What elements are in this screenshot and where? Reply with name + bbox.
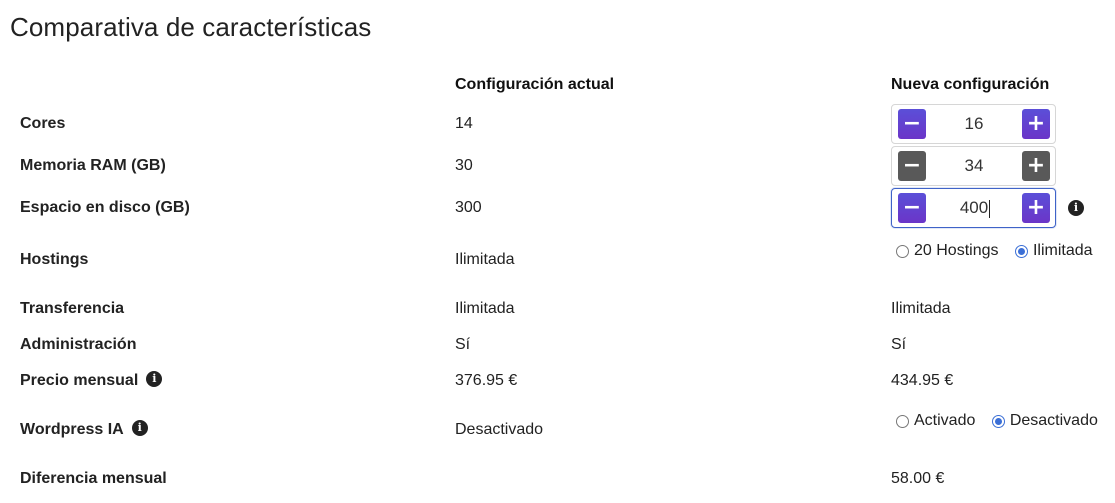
header-current-config: Configuración actual xyxy=(455,76,615,93)
wordpress-option-activated-label: Activado xyxy=(914,412,976,429)
disk-decrement-button[interactable]: − xyxy=(898,193,926,223)
cores-increment-button[interactable]: + xyxy=(1022,109,1050,139)
disk-stepper: − + xyxy=(891,188,1056,228)
ram-input[interactable] xyxy=(932,151,1016,181)
cores-decrement-button[interactable]: − xyxy=(898,109,926,139)
wordpress-option-deactivated[interactable]: Desactivado xyxy=(991,412,1098,430)
wordpress-radio-group: Activado Desactivado xyxy=(896,412,1110,433)
radio-unchecked[interactable] xyxy=(896,244,909,258)
ram-stepper: − + xyxy=(891,146,1056,186)
label-cores: Cores xyxy=(20,115,66,132)
radio-checked[interactable] xyxy=(991,414,1005,428)
label-disk: Espacio en disco (GB) xyxy=(20,199,190,216)
price-info-icon[interactable]: i xyxy=(146,370,163,387)
new-price: 434.95 € xyxy=(891,372,954,389)
hostings-option-unlimited[interactable]: Ilimitada xyxy=(1014,242,1093,260)
current-disk: 300 xyxy=(455,199,482,216)
current-cores: 14 xyxy=(455,115,473,132)
radio-unchecked[interactable] xyxy=(896,414,909,428)
wordpress-info-icon[interactable]: i xyxy=(131,419,148,436)
label-diff: Diferencia mensual xyxy=(20,470,167,487)
label-price: Precio mensual i xyxy=(20,370,163,391)
new-admin: Sí xyxy=(891,336,907,353)
hostings-option-unlimited-label: Ilimitada xyxy=(1032,242,1093,259)
hostings-option-20-label: 20 Hostings xyxy=(914,242,999,259)
radio-checked[interactable] xyxy=(1014,244,1028,258)
disk-info-icon[interactable]: i xyxy=(1068,200,1084,216)
label-admin: Administración xyxy=(20,336,137,353)
new-diff: 58.00 € xyxy=(891,470,945,487)
page-title: Comparativa de características xyxy=(10,12,372,42)
hostings-radio-group: 20 Hostings Ilimitada xyxy=(896,242,1105,263)
new-transfer: Ilimitada xyxy=(891,300,951,317)
label-ram: Memoria RAM (GB) xyxy=(20,157,166,174)
disk-increment-button[interactable]: + xyxy=(1022,193,1050,223)
label-wordpress-text: Wordpress IA xyxy=(20,421,124,438)
label-hostings: Hostings xyxy=(20,251,89,268)
label-price-text: Precio mensual xyxy=(20,372,139,389)
text-caret xyxy=(989,200,990,218)
ram-decrement-button[interactable]: − xyxy=(898,151,926,181)
header-new-config: Nueva configuración xyxy=(891,76,1050,93)
current-wordpress: Desactivado xyxy=(455,421,544,438)
ram-increment-button[interactable]: + xyxy=(1022,151,1050,181)
cores-input[interactable] xyxy=(932,109,1016,139)
wordpress-option-activated[interactable]: Activado xyxy=(896,412,975,430)
current-transfer: Ilimitada xyxy=(455,300,515,317)
label-transfer: Transferencia xyxy=(20,300,125,317)
current-admin: Sí xyxy=(455,336,471,353)
current-price: 376.95 € xyxy=(455,372,518,389)
wordpress-option-deactivated-label: Desactivado xyxy=(1009,412,1098,429)
hostings-option-20[interactable]: 20 Hostings xyxy=(896,242,999,260)
label-wordpress: Wordpress IA i xyxy=(20,419,148,440)
disk-input[interactable] xyxy=(932,193,1016,223)
current-ram: 30 xyxy=(455,157,473,174)
current-hostings: Ilimitada xyxy=(455,251,515,268)
cores-stepper: − + xyxy=(891,104,1056,144)
